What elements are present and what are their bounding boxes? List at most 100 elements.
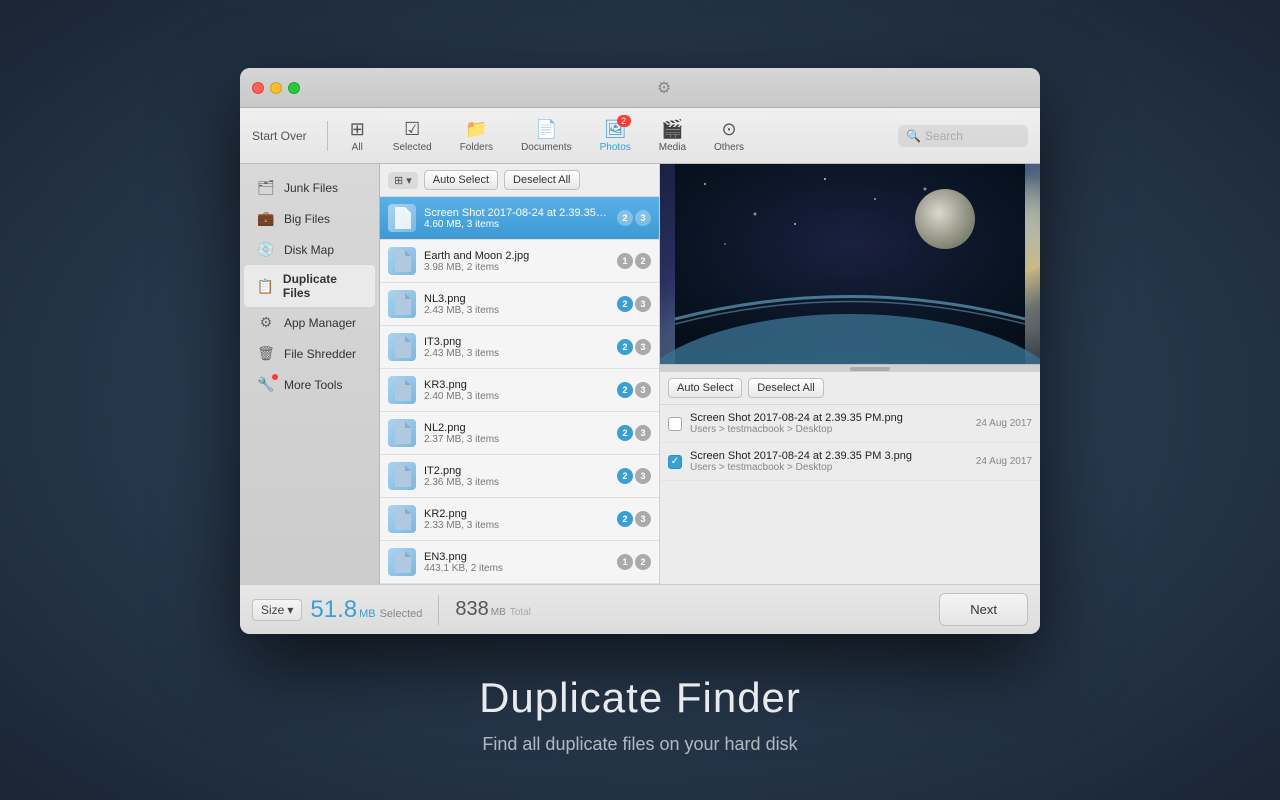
selected-info: 51.8 MB Selected — [310, 596, 422, 624]
badge-2: 3 — [635, 511, 651, 527]
search-icon: 🔍 — [906, 129, 921, 143]
traffic-lights — [252, 82, 300, 94]
others-label: Others — [714, 142, 744, 153]
file-icon — [388, 548, 416, 576]
toolbar-others[interactable]: ⊙ Others — [704, 117, 754, 155]
search-input[interactable] — [925, 129, 1020, 143]
app-window: ⚙ Start Over ⊞ All ☑ Selected 📁 Folders — [240, 68, 1040, 634]
file-item[interactable]: NL3.png 2.43 MB, 3 items 2 3 — [380, 283, 659, 326]
file-item[interactable]: KR3.png 2.40 MB, 3 items 2 3 — [380, 369, 659, 412]
file-item[interactable]: NL2.png 2.37 MB, 3 items 2 3 — [380, 412, 659, 455]
file-item[interactable]: IT3.png 2.43 MB, 3 items 2 3 — [380, 326, 659, 369]
file-icon — [388, 419, 416, 447]
sidebar-item-label: More Tools — [284, 378, 342, 392]
sidebar-item-disk-map[interactable]: 💿 Disk Map — [244, 234, 375, 265]
preview-deselect-all-button[interactable]: Deselect All — [748, 378, 823, 398]
preview-item-path: Users > testmacbook > Desktop — [690, 424, 968, 435]
sort-dropdown[interactable]: Size ▾ — [252, 599, 302, 621]
badge-1: 2 — [617, 210, 633, 226]
preview-scrollbar[interactable] — [660, 364, 1040, 372]
file-icon — [388, 505, 416, 533]
file-item[interactable]: IT2.png 2.36 MB, 3 items 2 3 — [380, 455, 659, 498]
file-icon — [388, 290, 416, 318]
photos-badge: 2 — [617, 115, 631, 127]
toolbar-folders[interactable]: 📁 Folders — [450, 117, 503, 155]
file-item[interactable]: KR2.png 2.33 MB, 3 items 2 3 — [380, 498, 659, 541]
sidebar-item-label: Duplicate Files — [283, 272, 363, 300]
preview-item[interactable]: Screen Shot 2017-08-24 at 2.39.35 PM.png… — [660, 405, 1040, 443]
preview-auto-select-button[interactable]: Auto Select — [668, 378, 742, 398]
preview-checkbox-1[interactable] — [668, 417, 682, 431]
file-item-meta: 2.40 MB, 3 items — [424, 391, 609, 402]
sidebar-item-junk-files[interactable]: 🗂 Junk Files — [244, 172, 375, 203]
main-area: 🗂 Junk Files 💼 Big Files 💿 Disk Map 📋 Du… — [240, 164, 1040, 584]
file-item-badges: 1 2 — [617, 554, 651, 570]
badge-2: 3 — [635, 296, 651, 312]
badge-1: 2 — [617, 468, 633, 484]
badge-2: 2 — [635, 253, 651, 269]
file-item[interactable]: Earth and Moon 2.jpg 3.98 MB, 2 items 1 … — [380, 240, 659, 283]
maximize-button[interactable] — [288, 82, 300, 94]
preview-item-name: Screen Shot 2017-08-24 at 2.39.35 PM 3.p… — [690, 450, 968, 462]
file-list-area: ⊞ ▾ Auto Select Deselect All Screen Shot… — [380, 164, 660, 584]
sidebar-item-more-tools[interactable]: 🔧 More Tools — [244, 369, 375, 400]
sidebar-item-big-files[interactable]: 💼 Big Files — [244, 203, 375, 234]
search-box: 🔍 — [898, 125, 1028, 147]
preview-item[interactable]: ✓ Screen Shot 2017-08-24 at 2.39.35 PM 3… — [660, 443, 1040, 481]
photos-icon-wrap: 🖼 2 — [604, 119, 627, 140]
view-toggle-icon: ⊞ — [394, 174, 403, 187]
file-item-badges: 1 2 — [617, 253, 651, 269]
selected-label: Selected — [380, 608, 423, 620]
start-over-button[interactable]: Start Over — [252, 129, 307, 143]
file-item-name: NL3.png — [424, 293, 609, 305]
selected-unit: MB — [359, 608, 376, 620]
preview-area: Auto Select Deselect All Screen Shot 201… — [660, 164, 1040, 584]
preview-checkbox-2[interactable]: ✓ — [668, 455, 682, 469]
file-item[interactable]: EN3.png 443.1 KB, 2 items 1 2 — [380, 541, 659, 584]
file-icon — [388, 333, 416, 361]
toolbar-media[interactable]: 🎬 Media — [649, 117, 696, 155]
view-toggle-arrow: ▾ — [406, 174, 412, 187]
file-icon — [388, 462, 416, 490]
total-unit: MB — [491, 607, 506, 618]
file-item-info: NL3.png 2.43 MB, 3 items — [424, 293, 609, 316]
auto-select-button[interactable]: Auto Select — [424, 170, 498, 190]
toolbar-selected[interactable]: ☑ Selected — [383, 117, 442, 155]
file-item-badges: 2 3 — [617, 382, 651, 398]
all-icon: ⊞ — [350, 119, 365, 139]
sidebar-item-label: Big Files — [284, 212, 330, 226]
deselect-all-button[interactable]: Deselect All — [504, 170, 579, 190]
next-button[interactable]: Next — [939, 593, 1028, 626]
badge-2: 3 — [635, 339, 651, 355]
titlebar: ⚙ — [240, 68, 1040, 108]
file-item[interactable]: Screen Shot 2017-08-24 at 2.39.35 P... 4… — [380, 197, 659, 240]
file-item-meta: 3.98 MB, 2 items — [424, 262, 609, 273]
duplicate-files-icon: 📋 — [256, 278, 275, 295]
file-list-toolbar: ⊞ ▾ Auto Select Deselect All — [380, 164, 659, 197]
badge-2: 3 — [635, 210, 651, 226]
junk-files-icon: 🗂 — [256, 179, 276, 196]
file-item-name: NL2.png — [424, 422, 609, 434]
sidebar-item-app-manager[interactable]: ⚙ App Manager — [244, 307, 375, 338]
badge-1: 2 — [617, 339, 633, 355]
big-files-icon: 💼 — [256, 210, 276, 227]
file-item-name: IT3.png — [424, 336, 609, 348]
toolbar-photos[interactable]: 🖼 2 Photos — [590, 117, 641, 155]
sidebar-item-file-shredder[interactable]: 🗑 File Shredder — [244, 338, 375, 369]
view-toggle[interactable]: ⊞ ▾ — [388, 172, 418, 189]
badge-1: 2 — [617, 425, 633, 441]
preview-items: Screen Shot 2017-08-24 at 2.39.35 PM.png… — [660, 405, 1040, 584]
settings-icon[interactable]: ⚙ — [657, 78, 671, 98]
preview-item-path: Users > testmacbook > Desktop — [690, 462, 968, 473]
minimize-button[interactable] — [270, 82, 282, 94]
toolbar-documents[interactable]: 📄 Documents — [511, 117, 582, 155]
footer: Size ▾ 51.8 MB Selected 838 MB Total Nex… — [240, 584, 1040, 634]
close-button[interactable] — [252, 82, 264, 94]
file-icon — [388, 247, 416, 275]
toolbar-all[interactable]: ⊞ All — [340, 117, 375, 155]
file-item-name: IT2.png — [424, 465, 609, 477]
disk-map-icon: 💿 — [256, 241, 276, 258]
photos-label: Photos — [600, 142, 631, 153]
sidebar-item-duplicate-files[interactable]: 📋 Duplicate Files — [244, 265, 375, 307]
selected-size: 51.8 — [310, 596, 357, 624]
